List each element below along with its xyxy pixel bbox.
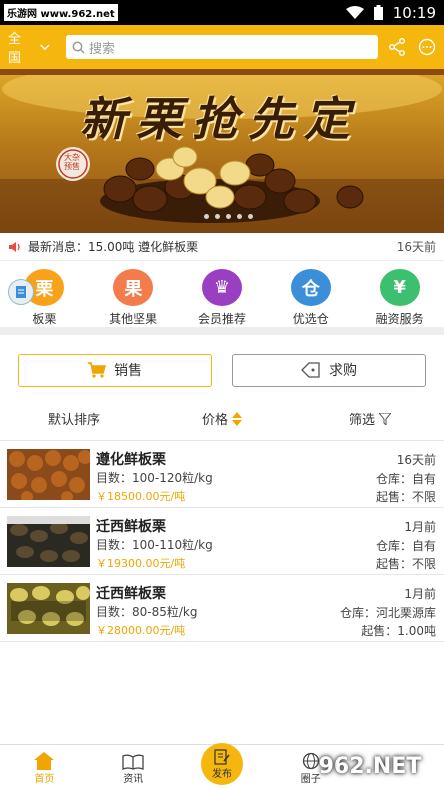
category-finance[interactable]: ¥ 融资服务 bbox=[360, 269, 440, 327]
status-bar: 乐游网 www.962.net 10:19 bbox=[0, 0, 444, 25]
banner-badge: 大杂预售 bbox=[64, 153, 80, 171]
app-screen: 乐游网 www.962.net 10:19 全国 搜索 新栗抢先定 大杂预售 最… bbox=[0, 0, 444, 789]
banner-title: 新栗抢先定 bbox=[80, 92, 360, 146]
listing-price: ￥18500.00元/吨 bbox=[96, 490, 186, 503]
listing-spec: 目数：80-85粒/kg bbox=[96, 605, 198, 619]
listing-title: 遵化鲜板栗 bbox=[96, 452, 166, 468]
cart-icon bbox=[88, 362, 106, 378]
category-label: 板栗 bbox=[32, 312, 57, 326]
listing-warehouse: 仓库：自有 bbox=[375, 472, 436, 486]
sell-label: 销售 bbox=[114, 363, 142, 379]
carousel-dot[interactable] bbox=[248, 214, 253, 219]
watermark-top: 乐游网 www.962.net bbox=[4, 4, 118, 21]
sort-price[interactable]: 价格 bbox=[148, 409, 296, 428]
nut-icon: 果 bbox=[113, 269, 154, 306]
warehouse-icon: 仓 bbox=[290, 269, 331, 306]
funnel-icon bbox=[379, 412, 391, 425]
listing-min-order: 起售：不限 bbox=[375, 490, 436, 504]
clock: 10:19 bbox=[392, 3, 436, 22]
carousel-dot[interactable] bbox=[215, 214, 220, 219]
region-selector[interactable]: 全国 bbox=[8, 28, 50, 66]
product-thumbnail bbox=[7, 449, 90, 500]
carousel-dot[interactable] bbox=[226, 214, 231, 219]
crown-icon: ♛ bbox=[201, 269, 242, 306]
region-label: 全国 bbox=[8, 32, 22, 66]
nav-home[interactable]: 首页 bbox=[0, 745, 89, 789]
share-icon[interactable] bbox=[388, 38, 406, 56]
nav-news[interactable]: 资讯 bbox=[89, 745, 178, 789]
nav-publish[interactable]: 发布 bbox=[178, 743, 267, 789]
publish-button[interactable]: 发布 bbox=[200, 743, 243, 785]
listing-time: 16天前 bbox=[396, 453, 436, 467]
listing-price: ￥19300.00元/吨 bbox=[96, 557, 186, 570]
listing-price: ￥28000.00元/吨 bbox=[96, 624, 186, 637]
category-label: 会员推荐 bbox=[197, 312, 246, 326]
nav-home-label: 首页 bbox=[34, 774, 55, 785]
floating-doc-button[interactable] bbox=[8, 279, 34, 305]
listing-warehouse: 仓库：自有 bbox=[375, 539, 436, 553]
trade-type-tabs: 销售 求购 bbox=[0, 343, 444, 397]
category-other-nuts[interactable]: 果 其他坚果 bbox=[93, 269, 173, 327]
listing-row[interactable]: 迁西鲜板栗 目数：80-85粒/kg ￥28000.00元/吨 1月前 仓库：河… bbox=[0, 575, 444, 642]
filter-label: 筛选 bbox=[348, 413, 375, 428]
category-grid: 栗 板栗 果 其他坚果 ♛ 会员推荐 仓 优选仓 ¥ 融资服务 bbox=[0, 261, 444, 335]
listing-time: 1月前 bbox=[404, 587, 436, 601]
edit-icon bbox=[214, 748, 230, 765]
sort-default-label: 默认排序 bbox=[47, 413, 100, 428]
listing-title: 迁西鲜板栗 bbox=[96, 519, 166, 535]
listing-spec: 目数：100-110粒/kg bbox=[96, 538, 213, 552]
message-icon[interactable] bbox=[418, 38, 436, 56]
category-label: 其他坚果 bbox=[109, 312, 158, 326]
nav-publish-label: 发布 bbox=[211, 768, 232, 780]
watermark-bottom: 962.NET bbox=[318, 754, 422, 779]
carousel-dots[interactable] bbox=[204, 214, 253, 219]
listing-row[interactable]: 迁西鲜板栗 目数：100-110粒/kg ￥19300.00元/吨 1月前 仓库… bbox=[0, 508, 444, 575]
sort-default[interactable]: 默认排序 bbox=[0, 409, 148, 428]
filter-button[interactable]: 筛选 bbox=[296, 409, 444, 428]
home-icon bbox=[34, 752, 55, 770]
carousel-dot[interactable] bbox=[204, 214, 209, 219]
news-time: 16天前 bbox=[396, 240, 436, 254]
document-icon bbox=[16, 286, 26, 298]
listing-min-order: 起售：1.00吨 bbox=[361, 624, 436, 638]
tag-icon bbox=[301, 362, 320, 378]
listing-title: 迁西鲜板栗 bbox=[96, 586, 166, 602]
buy-label: 求购 bbox=[329, 363, 357, 379]
listing-spec: 目数：100-120粒/kg bbox=[96, 471, 213, 485]
book-icon bbox=[122, 754, 144, 770]
search-icon bbox=[72, 41, 85, 54]
chevron-down-icon bbox=[40, 44, 50, 50]
battery-icon bbox=[373, 5, 383, 20]
money-bag-icon: ¥ bbox=[379, 269, 420, 306]
top-header: 全国 搜索 bbox=[0, 25, 444, 69]
sell-tab[interactable]: 销售 bbox=[18, 353, 212, 387]
category-label: 优选仓 bbox=[292, 312, 329, 326]
buy-tab[interactable]: 求购 bbox=[232, 353, 426, 387]
listing-time: 1月前 bbox=[404, 520, 436, 534]
news-ticker[interactable]: 最新消息：15.00吨 遵化鲜板栗 16天前 bbox=[0, 233, 444, 261]
listing-list: 遵化鲜板栗 目数：100-120粒/kg ￥18500.00元/吨 16天前 仓… bbox=[0, 441, 444, 642]
speaker-icon bbox=[9, 241, 20, 252]
search-input[interactable]: 搜索 bbox=[66, 35, 378, 59]
search-placeholder: 搜索 bbox=[89, 41, 116, 57]
category-warehouse[interactable]: 仓 优选仓 bbox=[271, 269, 351, 327]
nav-news-label: 资讯 bbox=[123, 774, 144, 785]
sort-price-label: 价格 bbox=[201, 413, 228, 428]
sort-arrows-icon bbox=[232, 411, 242, 426]
product-thumbnail bbox=[7, 516, 90, 567]
promo-banner[interactable]: 新栗抢先定 大杂预售 bbox=[0, 69, 444, 233]
listing-min-order: 起售：不限 bbox=[375, 557, 436, 571]
wifi-icon bbox=[345, 5, 364, 19]
sort-bar: 默认排序 价格 筛选 bbox=[0, 397, 444, 441]
category-label: 融资服务 bbox=[375, 312, 424, 326]
news-text: 最新消息：15.00吨 遵化鲜板栗 bbox=[28, 240, 199, 254]
category-member-recommend[interactable]: ♛ 会员推荐 bbox=[182, 269, 262, 327]
product-thumbnail bbox=[7, 583, 90, 634]
listing-row[interactable]: 遵化鲜板栗 目数：100-120粒/kg ￥18500.00元/吨 16天前 仓… bbox=[0, 441, 444, 508]
listing-warehouse: 仓库：河北栗源库 bbox=[339, 606, 436, 620]
carousel-dot[interactable] bbox=[237, 214, 242, 219]
